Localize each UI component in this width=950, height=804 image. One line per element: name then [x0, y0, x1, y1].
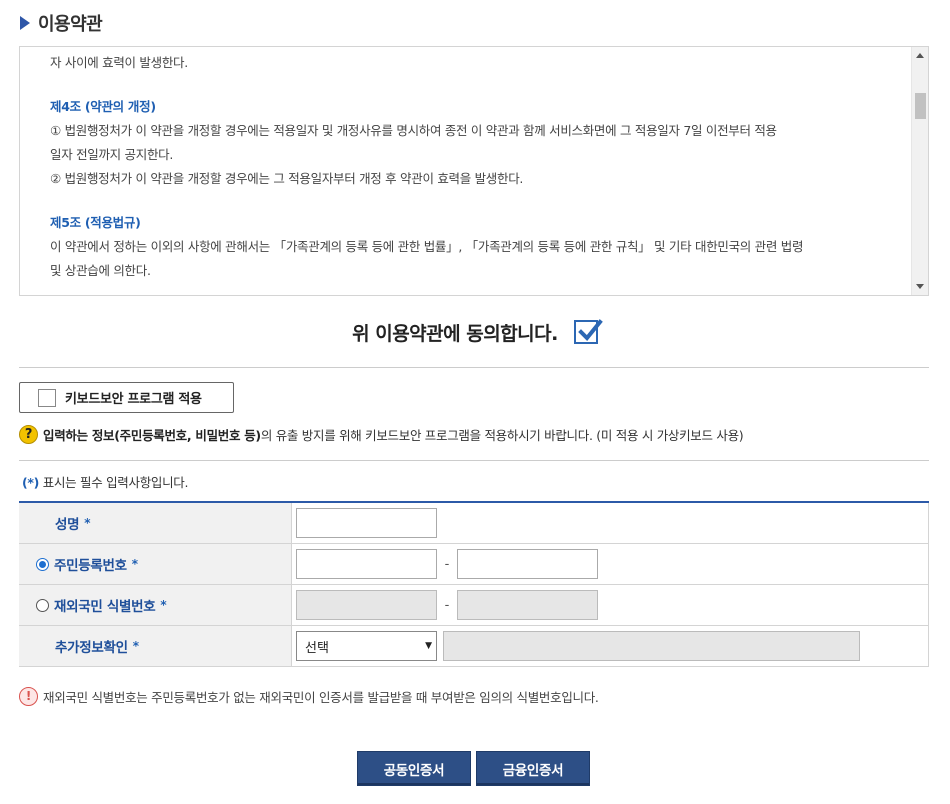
- scroll-down-arrow-icon[interactable]: [916, 284, 924, 289]
- name-label: 성명: [55, 517, 80, 533]
- article-5-heading: 제5조 (적용법규): [50, 215, 141, 230]
- foreign-label-cell[interactable]: 재외국민 식별번호 *: [19, 585, 292, 625]
- select-value: 선택: [305, 640, 329, 656]
- extra-info-input[interactable]: [443, 631, 860, 661]
- divider: [19, 367, 929, 368]
- terms-line: ① 법원행정처가 이 약관을 개정할 경우에는 적용일자 및 개정사유를 명시하…: [50, 123, 777, 138]
- foreign-input-cell: -: [292, 585, 929, 625]
- required-star: *: [84, 516, 91, 530]
- rrn-input-cell: -: [292, 544, 929, 584]
- joint-certificate-button[interactable]: 공동인증서: [357, 751, 471, 786]
- extra-label-cell: 추가정보확인 *: [19, 626, 292, 666]
- name-input[interactable]: [296, 508, 437, 538]
- certificate-buttons: 공동인증서 금융인증서: [357, 751, 590, 786]
- agree-label: 위 이용약관에 동의합니다.: [352, 322, 558, 345]
- form-row-rrn: 주민등록번호 * -: [19, 544, 929, 585]
- foreign-id-radio[interactable]: [36, 598, 49, 612]
- foreign-id-front-input[interactable]: [296, 590, 437, 620]
- form-row-extra: 추가정보확인 * 선택 ▼: [19, 626, 929, 667]
- triangle-bullet-icon: [20, 16, 30, 30]
- help-bold-text: 입력하는 정보(주민등록번호, 비밀번호 등): [43, 427, 261, 443]
- terms-scrollbar[interactable]: [911, 47, 928, 295]
- question-icon: ?: [19, 424, 38, 444]
- name-input-cell: [292, 503, 929, 543]
- keyboard-security-button[interactable]: 키보드보안 프로그램 적용: [19, 382, 234, 413]
- required-star: *: [132, 639, 139, 653]
- dash-separator: -: [444, 597, 450, 613]
- exclamation-icon: !: [19, 686, 38, 706]
- form-row-foreign: 재외국민 식별번호 * -: [19, 585, 929, 626]
- notice-text: 재외국민 식별번호는 주민등록번호가 없는 재외국민이 인증서를 발급받을 때 …: [43, 689, 599, 705]
- keyboard-help-text: ? 입력하는 정보(주민등록번호, 비밀번호 등) 의 유출 방지를 위해 키보…: [19, 423, 744, 445]
- scrollbar-thumb[interactable]: [915, 93, 926, 119]
- foreign-id-label: 재외국민 식별번호: [54, 599, 156, 615]
- divider: [19, 460, 929, 461]
- required-star: (*): [22, 475, 40, 490]
- rrn-label-cell[interactable]: 주민등록번호 *: [19, 544, 292, 584]
- required-star: *: [160, 598, 167, 612]
- section-title: 이용약관: [38, 14, 103, 35]
- section-header: 이용약관: [20, 10, 103, 36]
- name-label-cell: 성명 *: [19, 503, 292, 543]
- required-note-text: 표시는 필수 입력사항입니다.: [39, 475, 189, 490]
- terms-line: 이 약관에서 정하는 이외의 사항에 관해서는 「가족관계의 등록 등에 관한 …: [50, 239, 804, 254]
- scroll-up-arrow-icon[interactable]: [916, 53, 924, 58]
- keyboard-security-checkbox[interactable]: [38, 388, 56, 407]
- agree-checkbox[interactable]: [573, 319, 603, 344]
- checkmark-icon: [578, 319, 603, 341]
- required-note: (*) 표시는 필수 입력사항입니다.: [22, 472, 188, 491]
- terms-scroll-box[interactable]: 자 사이에 효력이 발생한다. 제4조 (약관의 개정) ① 법원행정처가 이 …: [19, 46, 929, 296]
- required-star: *: [131, 557, 138, 571]
- foreign-id-notice: ! 재외국민 식별번호는 주민등록번호가 없는 재외국민이 인증서를 발급받을 …: [19, 685, 599, 707]
- rrn-front-input[interactable]: [296, 549, 437, 579]
- form-row-name: 성명 *: [19, 503, 929, 544]
- extra-info-select[interactable]: 선택 ▼: [296, 631, 437, 661]
- identity-form: 성명 * 주민등록번호 * - 재외국민 식별번호 * - 추가정보확인 * 선…: [19, 501, 929, 667]
- terms-line: 자 사이에 효력이 발생한다.: [50, 55, 188, 70]
- foreign-id-back-input[interactable]: [457, 590, 598, 620]
- help-text: 의 유출 방지를 위해 키보드보안 프로그램을 적용하시기 바랍니다. (미 적…: [260, 427, 744, 443]
- rrn-label: 주민등록번호: [54, 558, 127, 574]
- financial-certificate-button[interactable]: 금융인증서: [476, 751, 590, 786]
- chevron-down-icon: ▼: [425, 641, 432, 651]
- extra-input-cell: 선택 ▼: [292, 626, 929, 666]
- agree-row: 위 이용약관에 동의합니다.: [0, 312, 950, 352]
- rrn-radio[interactable]: [36, 557, 49, 571]
- terms-content: 자 사이에 효력이 발생한다. 제4조 (약관의 개정) ① 법원행정처가 이 …: [50, 51, 895, 283]
- terms-line: 및 상관습에 의한다.: [50, 263, 151, 278]
- article-4-heading: 제4조 (약관의 개정): [50, 99, 156, 114]
- terms-line: ② 법원행정처가 이 약관을 개정할 경우에는 그 적용일자부터 개정 후 약관…: [50, 171, 524, 186]
- dash-separator: -: [444, 556, 450, 572]
- keyboard-security-label: 키보드보안 프로그램 적용: [65, 392, 202, 407]
- terms-line: 일자 전일까지 공지한다.: [50, 147, 174, 162]
- rrn-back-input[interactable]: [457, 549, 598, 579]
- extra-info-label: 추가정보확인: [55, 640, 128, 656]
